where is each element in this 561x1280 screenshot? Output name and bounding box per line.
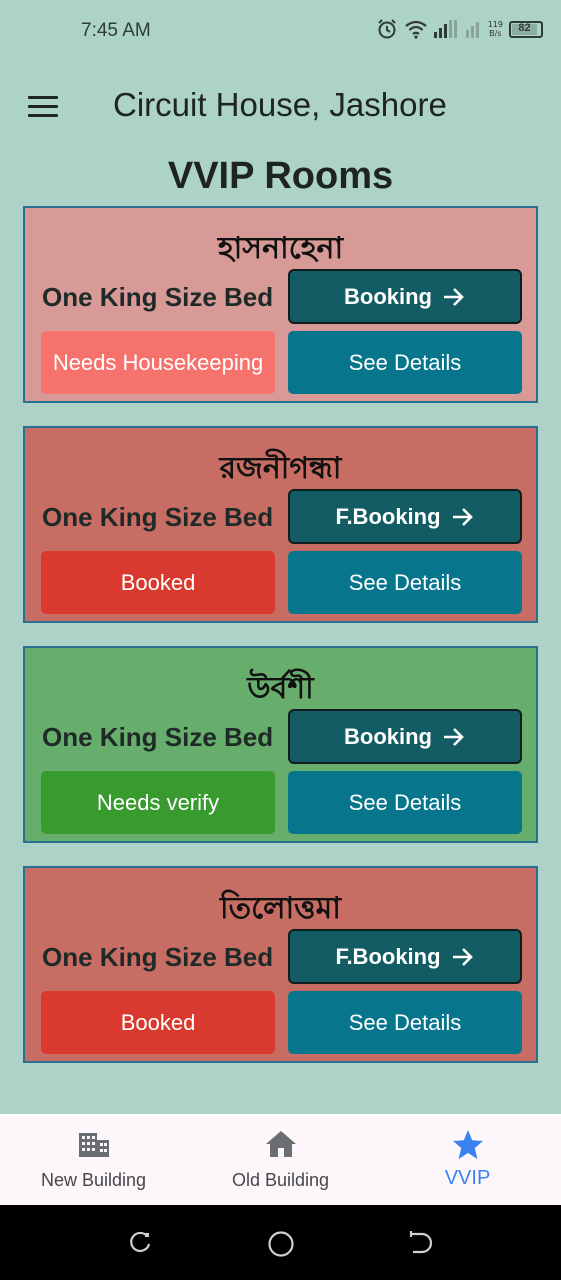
booking-button[interactable]: Booking — [288, 709, 522, 764]
arrow-right-icon — [442, 286, 466, 308]
nav-item-vvip[interactable]: VVIP — [374, 1114, 561, 1205]
hamburger-menu-icon[interactable] — [28, 96, 59, 118]
room-card: তিলোত্তমা One King Size Bed F.Booking Bo… — [23, 866, 538, 1063]
room-status-button[interactable]: Needs Housekeeping — [41, 331, 275, 394]
room-name: রজনীগন্ধা — [219, 451, 342, 486]
battery-icon: 82 — [509, 20, 543, 38]
room-status-button[interactable]: Booked — [41, 991, 275, 1054]
room-name: হাসনাহেনা — [217, 231, 344, 266]
room-status-button[interactable]: Booked — [41, 551, 275, 614]
nav-label: VVIP — [444, 1167, 491, 1189]
nav-label: New Building — [40, 1170, 147, 1190]
bed-type-label: One King Size Bed — [42, 282, 274, 312]
booking-button-label: F.Booking — [335, 943, 441, 969]
alarm-icon — [376, 18, 398, 40]
home-button-icon[interactable] — [267, 1230, 295, 1263]
arrow-right-icon — [442, 726, 466, 748]
bottom-navigation: New Building Old Building VVIP — [0, 1114, 561, 1205]
signal-icon-2 — [465, 20, 482, 38]
bed-type-label: One King Size Bed — [42, 502, 274, 532]
building-icon — [77, 1129, 111, 1164]
home-icon — [264, 1129, 298, 1164]
star-icon — [451, 1129, 485, 1166]
back-icon[interactable] — [407, 1230, 433, 1261]
app-title: Circuit House, Jashore — [113, 86, 447, 123]
network-speed: 119 B/s — [487, 20, 503, 38]
battery-level: 82 — [518, 21, 531, 34]
see-details-button[interactable]: See Details — [288, 331, 522, 394]
nav-label: Old Building — [231, 1170, 330, 1190]
arrow-right-icon — [451, 506, 475, 528]
room-name: তিলোত্তমা — [219, 891, 341, 926]
booking-button[interactable]: Booking — [288, 269, 522, 324]
status-bar: 7:45 AM 119 B/s 82 — [0, 0, 561, 62]
booking-button-label: Booking — [344, 283, 432, 309]
system-navigation-bar — [0, 1205, 561, 1280]
see-details-button[interactable]: See Details — [288, 771, 522, 834]
booking-button-label: F.Booking — [335, 503, 441, 529]
signal-icon — [433, 20, 460, 38]
status-icons: 119 B/s 82 — [376, 18, 543, 40]
see-details-button[interactable]: See Details — [288, 991, 522, 1054]
room-card: হাসনাহেনা One King Size Bed Booking Need… — [23, 206, 538, 403]
arrow-right-icon — [451, 946, 475, 968]
room-card: রজনীগন্ধা One King Size Bed F.Booking Bo… — [23, 426, 538, 623]
booking-button[interactable]: F.Booking — [288, 489, 522, 544]
room-card: উর্বশী One King Size Bed Booking Needs v… — [23, 646, 538, 843]
booking-button-label: Booking — [344, 723, 432, 749]
app-bar: Circuit House, Jashore — [0, 62, 561, 148]
nav-item-old-building[interactable]: Old Building — [187, 1114, 374, 1205]
bed-type-label: One King Size Bed — [42, 942, 274, 972]
booking-button[interactable]: F.Booking — [288, 929, 522, 984]
room-status-button[interactable]: Needs verify — [41, 771, 275, 834]
nav-item-new-building[interactable]: New Building — [0, 1114, 187, 1205]
see-details-button[interactable]: See Details — [288, 551, 522, 614]
status-time: 7:45 AM — [81, 20, 151, 41]
room-name: উর্বশী — [247, 671, 314, 706]
bed-type-label: One King Size Bed — [42, 722, 274, 752]
page-title: VVIP Rooms — [167, 155, 394, 197]
recent-apps-icon[interactable] — [127, 1230, 153, 1261]
wifi-icon — [404, 19, 428, 39]
